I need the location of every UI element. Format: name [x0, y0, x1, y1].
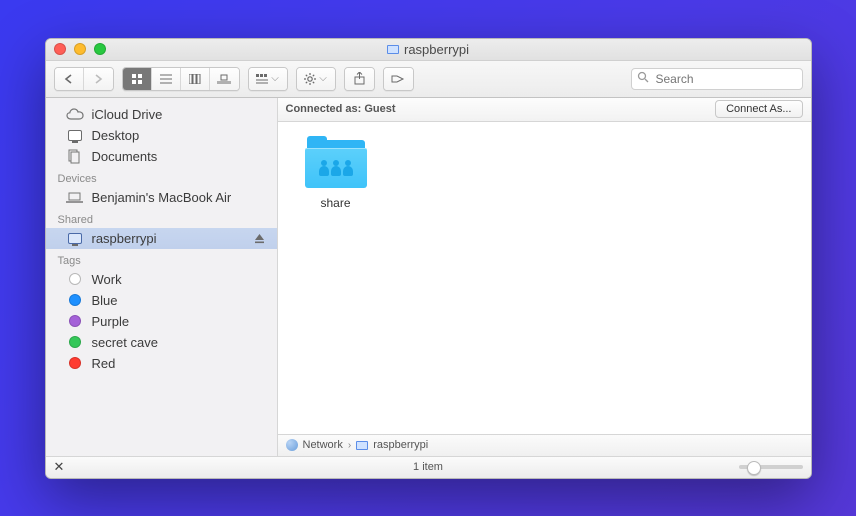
tag-dot-icon: [69, 294, 81, 306]
sidebar-item-label: secret cave: [92, 335, 158, 350]
desktop-icon: [66, 130, 84, 141]
share-button-group: [344, 67, 375, 91]
sidebar: iCloud Drive Desktop Documents Devices B…: [46, 98, 278, 456]
path-segment-raspberrypi[interactable]: raspberrypi: [373, 439, 428, 451]
server-icon: [66, 233, 84, 244]
sidebar-item-label: iCloud Drive: [92, 107, 163, 122]
eject-icon[interactable]: [254, 233, 265, 244]
list-view-button[interactable]: [152, 68, 181, 90]
back-button[interactable]: [55, 68, 84, 90]
icon-view-button[interactable]: [123, 68, 152, 90]
customize-button[interactable]: ✕: [54, 459, 65, 475]
shared-folder-icon: [305, 140, 367, 188]
close-button[interactable]: [54, 43, 66, 55]
tag-icon: [391, 73, 405, 84]
chevron-right-icon: ›: [348, 440, 351, 451]
sidebar-item-documents[interactable]: Documents: [46, 146, 277, 167]
sidebar-tag-blue[interactable]: Blue: [46, 290, 277, 311]
status-bar: ✕ 1 item: [46, 456, 811, 478]
share-button[interactable]: [345, 68, 374, 90]
tags-button-group: [383, 67, 414, 91]
chevron-left-icon: [64, 74, 73, 84]
path-bar: Network › raspberrypi: [278, 434, 811, 456]
zoom-button[interactable]: [94, 43, 106, 55]
forward-button[interactable]: [84, 68, 113, 90]
list-icon: [160, 74, 172, 84]
tag-dot-icon: [69, 273, 81, 285]
sidebar-section-tags: Tags: [46, 249, 277, 269]
action-button-group: ⌵: [296, 67, 336, 91]
nav-buttons: [54, 67, 114, 91]
folder-item-share[interactable]: share: [296, 140, 376, 210]
window-title-text: raspberrypi: [404, 42, 469, 57]
titlebar: raspberrypi: [46, 39, 811, 61]
sidebar-section-devices: Devices: [46, 167, 277, 187]
status-text: 1 item: [46, 461, 811, 473]
chevron-down-icon: ⌵: [319, 73, 327, 84]
finder-window: raspberrypi: [45, 38, 812, 479]
connect-as-button[interactable]: Connect As...: [715, 100, 802, 118]
server-icon: [387, 45, 399, 54]
tag-dot-icon: [69, 315, 81, 327]
sidebar-item-icloud[interactable]: iCloud Drive: [46, 104, 277, 125]
coverflow-view-button[interactable]: [210, 68, 239, 90]
search-icon: [637, 71, 649, 83]
cloud-icon: [66, 108, 84, 120]
search-input[interactable]: [631, 68, 803, 90]
traffic-lights: [54, 43, 106, 55]
sidebar-item-label: raspberrypi: [92, 231, 157, 246]
connection-infobar: Connected as: Guest Connect As...: [278, 98, 811, 122]
sidebar-item-label: Work: [92, 272, 122, 287]
toolbar: ⌵ ⌵: [46, 61, 811, 98]
file-content-area[interactable]: share: [278, 122, 811, 434]
connected-as-label: Connected as: Guest: [286, 103, 396, 115]
icon-size-slider[interactable]: [739, 465, 803, 469]
sidebar-item-label: Desktop: [92, 128, 140, 143]
network-icon: [286, 439, 298, 451]
grid-icon: [131, 73, 143, 85]
main-pane: Connected as: Guest Connect As... share: [278, 98, 811, 456]
sidebar-item-device[interactable]: Benjamin's MacBook Air: [46, 187, 277, 208]
path-segment-network[interactable]: Network: [303, 439, 343, 451]
sidebar-item-label: Purple: [92, 314, 130, 329]
search-wrap: [631, 68, 803, 90]
arrange-icon: [256, 74, 268, 84]
gear-icon: [304, 73, 316, 85]
column-view-button[interactable]: [181, 68, 210, 90]
chevron-down-icon: ⌵: [271, 73, 279, 84]
sidebar-section-shared: Shared: [46, 208, 277, 228]
action-button[interactable]: ⌵: [297, 68, 335, 90]
window-title: raspberrypi: [46, 42, 811, 57]
sidebar-item-label: Red: [92, 356, 116, 371]
sidebar-item-raspberrypi[interactable]: raspberrypi: [46, 228, 277, 249]
sidebar-item-label: Blue: [92, 293, 118, 308]
view-mode-buttons: [122, 67, 240, 91]
columns-icon: [189, 74, 201, 84]
sidebar-item-label: Benjamin's MacBook Air: [92, 190, 232, 205]
minimize-button[interactable]: [74, 43, 86, 55]
sidebar-tag-purple[interactable]: Purple: [46, 311, 277, 332]
sidebar-item-desktop[interactable]: Desktop: [46, 125, 277, 146]
chevron-right-icon: [94, 74, 103, 84]
edit-tags-button[interactable]: [384, 68, 413, 90]
tag-dot-icon: [69, 336, 81, 348]
share-icon: [354, 72, 365, 85]
laptop-icon: [66, 192, 84, 203]
sidebar-tag-work[interactable]: Work: [46, 269, 277, 290]
sidebar-tag-secret-cave[interactable]: secret cave: [46, 332, 277, 353]
arrange-button[interactable]: ⌵: [249, 68, 287, 90]
tag-dot-icon: [69, 357, 81, 369]
sidebar-tag-red[interactable]: Red: [46, 353, 277, 374]
sidebar-item-label: Documents: [92, 149, 158, 164]
arrange-button-group: ⌵: [248, 67, 288, 91]
documents-icon: [66, 149, 84, 164]
coverflow-icon: [217, 74, 231, 84]
folder-label: share: [296, 196, 376, 210]
server-icon: [356, 441, 368, 450]
